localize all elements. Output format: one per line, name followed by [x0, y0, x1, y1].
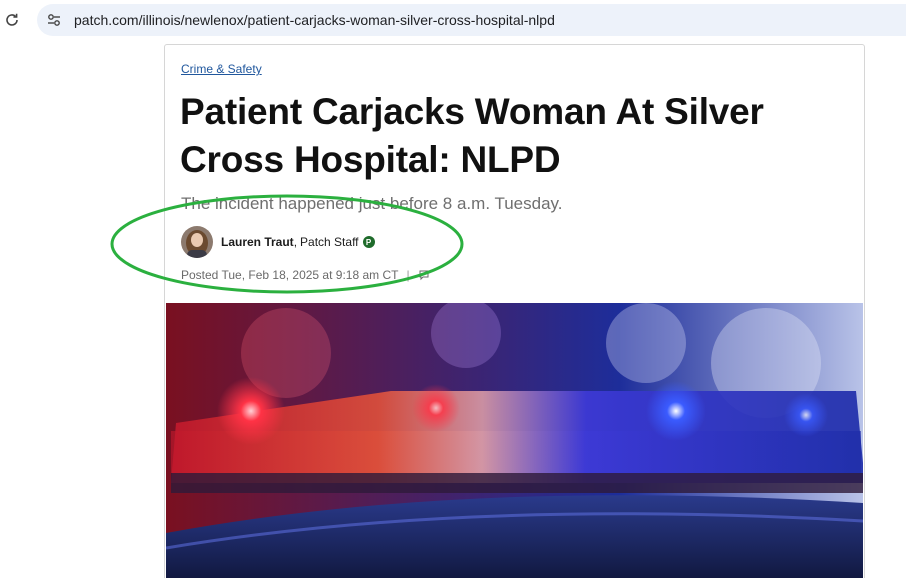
category-link[interactable]: Crime & Safety	[181, 62, 262, 76]
posted-timestamp: Posted Tue, Feb 18, 2025 at 9:18 am CT	[181, 268, 399, 282]
meta-divider: |	[406, 268, 410, 282]
post-meta: Posted Tue, Feb 18, 2025 at 9:18 am CT |	[181, 268, 430, 282]
comment-icon[interactable]	[418, 269, 430, 281]
patch-badge-icon: P	[362, 236, 375, 248]
tune-icon[interactable]	[46, 12, 62, 28]
article-card: Crime & Safety Patient Carjacks Woman At…	[164, 44, 865, 578]
address-bar[interactable]: patch.com/illinois/newlenox/patient-carj…	[37, 4, 906, 36]
author-name-link[interactable]: Lauren Traut	[221, 235, 294, 249]
byline: Lauren Traut , Patch Staff P	[181, 226, 375, 258]
browser-toolbar: patch.com/illinois/newlenox/patient-carj…	[0, 0, 906, 40]
author-role: Patch Staff	[300, 235, 359, 249]
hero-image	[165, 298, 864, 578]
author-separator: ,	[293, 235, 298, 249]
reload-icon[interactable]	[3, 11, 21, 29]
article-headline: Patient Carjacks Woman At Silver Cross H…	[180, 91, 764, 180]
article-subheadline: The incident happened just before 8 a.m.…	[181, 194, 563, 213]
url-text[interactable]: patch.com/illinois/newlenox/patient-carj…	[74, 12, 555, 28]
author-avatar[interactable]	[181, 226, 213, 258]
